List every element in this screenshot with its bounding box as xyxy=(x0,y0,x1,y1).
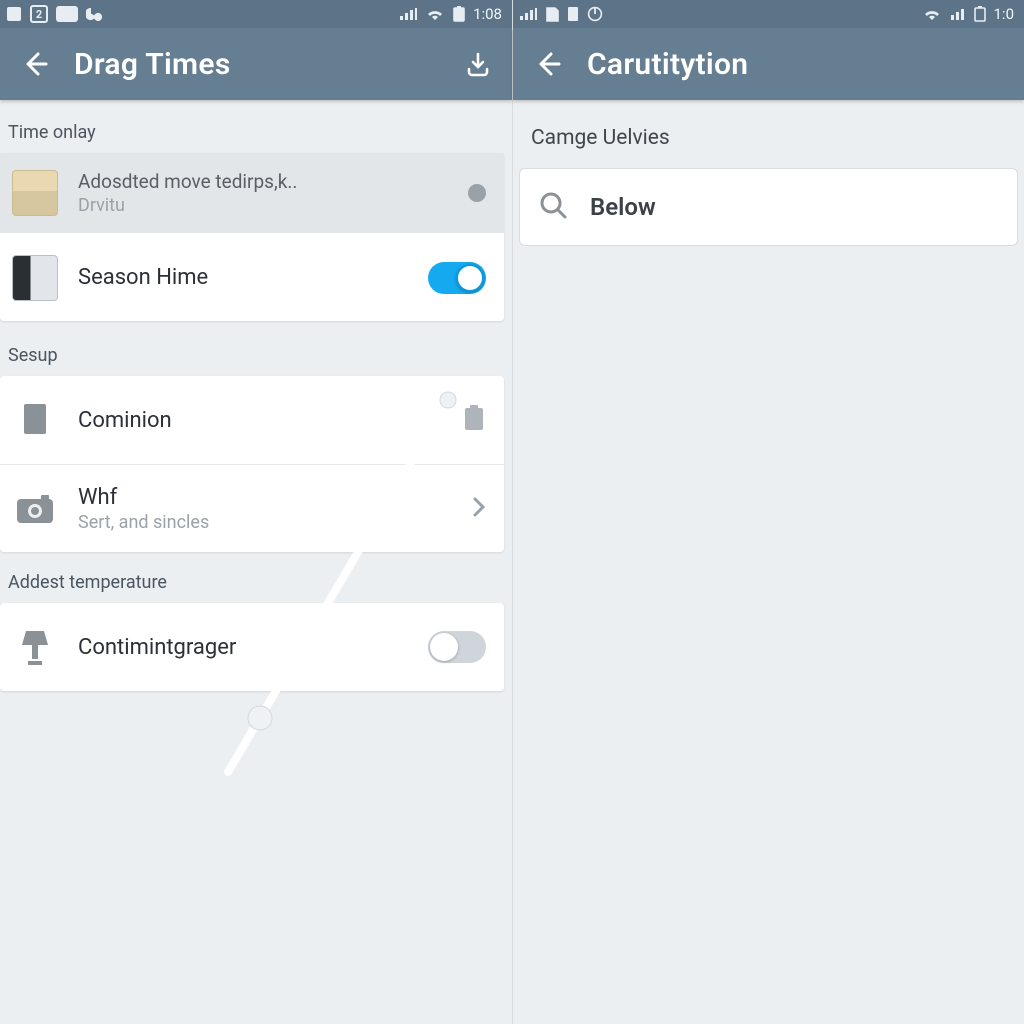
row-subtitle: Drvitu xyxy=(78,195,448,216)
status-dot-icon xyxy=(468,184,486,202)
signal-icon xyxy=(519,7,537,21)
devices-thumbnail-icon xyxy=(12,255,58,301)
content-area: Time onlay Adosdted move tedirps,k.. Drv… xyxy=(0,100,512,1024)
infinity-icon xyxy=(86,7,108,21)
document-icon xyxy=(12,397,58,443)
battery-icon xyxy=(453,6,465,22)
app-bar: Carutitytion xyxy=(513,28,1024,100)
back-button[interactable] xyxy=(527,44,567,84)
download-button[interactable] xyxy=(458,44,498,84)
power-icon xyxy=(587,6,603,22)
section-label-camge: Camge Uelvies xyxy=(513,100,1024,160)
signal-icon-2 xyxy=(950,7,966,21)
page-title: Drag Times xyxy=(74,47,438,82)
room-thumbnail-icon xyxy=(12,170,58,216)
toggle-season-home[interactable] xyxy=(428,262,486,294)
row-cominion[interactable]: Cominion xyxy=(0,376,504,464)
notification-badge-text: 2 xyxy=(36,8,42,21)
page-title: Carutitytion xyxy=(587,47,1010,82)
status-bar: 1:0 xyxy=(513,0,1024,28)
status-time: 1:08 xyxy=(473,5,502,23)
lamp-icon xyxy=(12,624,58,670)
row-title: Contimintgrager xyxy=(78,635,408,660)
app-bar: Drag Times xyxy=(0,28,512,100)
chevron-right-icon xyxy=(472,496,486,522)
notification-badge: 2 xyxy=(30,5,48,23)
screen-left: 2 1:08 xyxy=(0,0,512,1024)
notification-icon-1 xyxy=(6,6,22,22)
search-icon xyxy=(538,190,568,224)
battery-icon xyxy=(974,6,986,22)
camera-icon xyxy=(12,486,58,532)
content-area: Camge Uelvies Below xyxy=(513,100,1024,1024)
card-time: Adosdted move tedirps,k.. Drvitu Season … xyxy=(0,153,504,321)
row-title: Cominion xyxy=(78,408,442,433)
section-label-time: Time onlay xyxy=(0,100,512,153)
doc-icon xyxy=(567,6,579,22)
toggle-contimintgrager[interactable] xyxy=(428,631,486,663)
card-setup: Cominion Whf Sert, and sincles xyxy=(0,376,504,552)
row-adjusted-move[interactable]: Adosdted move tedirps,k.. Drvitu xyxy=(0,153,504,233)
row-title: Whf xyxy=(78,485,452,510)
section-label-setup: Sesup xyxy=(0,335,512,376)
wifi-icon xyxy=(922,7,942,21)
notification-icon-2 xyxy=(56,6,78,22)
row-subtitle: Sert, and sincles xyxy=(78,512,452,533)
clipboard-icon xyxy=(462,404,486,436)
screen-right: 1:0 Carutitytion Camge Uelvies Below xyxy=(512,0,1024,1024)
card-temperature: Contimintgrager xyxy=(0,603,504,691)
search-field[interactable]: Below xyxy=(519,168,1018,246)
status-bar: 2 1:08 xyxy=(0,0,512,28)
sim-icon xyxy=(545,6,559,22)
row-title: Adosdted move tedirps,k.. xyxy=(78,170,448,193)
wifi-icon xyxy=(425,7,445,21)
row-whf[interactable]: Whf Sert, and sincles xyxy=(0,464,504,552)
signal-icon xyxy=(399,7,417,21)
section-label-temperature: Addest temperature xyxy=(0,566,512,603)
row-title: Season Hime xyxy=(78,265,408,290)
row-season-home[interactable]: Season Hime xyxy=(0,233,504,321)
search-hint: Below xyxy=(590,193,656,221)
row-contimintgrager[interactable]: Contimintgrager xyxy=(0,603,504,691)
back-button[interactable] xyxy=(14,44,54,84)
status-time: 1:0 xyxy=(994,5,1015,23)
